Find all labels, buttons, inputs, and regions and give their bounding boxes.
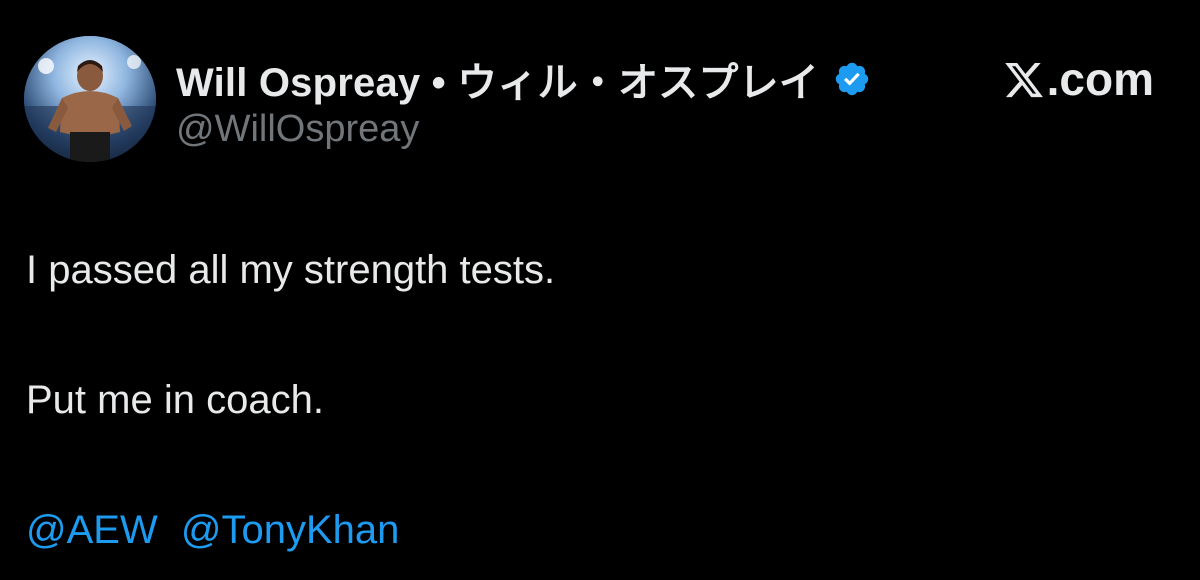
verified-badge-icon (833, 60, 871, 98)
avatar[interactable] (24, 36, 156, 162)
avatar-photo (24, 36, 156, 162)
author-handle[interactable]: @WillOspreay (176, 108, 419, 151)
tweet-mentions: @AEW @TonyKhan (26, 508, 399, 553)
mention-link-tonykhan[interactable]: @TonyKhan (181, 508, 400, 552)
mention-link-aew[interactable]: @AEW (26, 508, 158, 552)
x-com-watermark: .com (1003, 52, 1154, 106)
tweet-text-line: I passed all my strength tests. (26, 248, 556, 292)
brand-domain-label: .com (1046, 53, 1154, 105)
author-name-row: Will Ospreay • ウィル・オスプレイ (176, 50, 871, 108)
x-logo-icon (1003, 58, 1045, 100)
author-display-name[interactable]: Will Ospreay • ウィル・オスプレイ (176, 50, 819, 108)
tweet-text-line: Put me in coach. (26, 378, 324, 422)
tweet-card: Will Ospreay • ウィル・オスプレイ @WillOspreay .c… (0, 0, 1200, 580)
